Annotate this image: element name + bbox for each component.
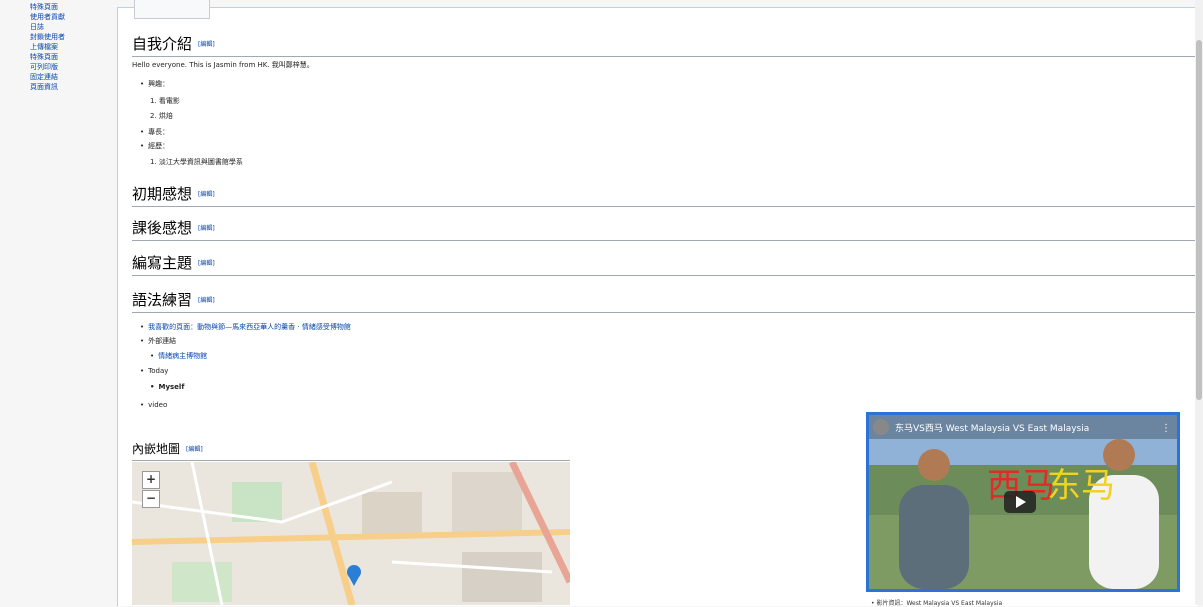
edit-link[interactable]: [編輯] (198, 41, 215, 48)
list-item: video (140, 401, 167, 410)
intro-text: Hello everyone. This is Jasmin from HK. … (132, 61, 314, 69)
video-title[interactable]: 东马VS西马 West Malaysia VS East Malaysia (895, 422, 1089, 434)
map-zoom-in-button[interactable]: + (142, 471, 160, 489)
embedded-map[interactable] (132, 462, 570, 605)
section-heading-after: 課後感想 [編輯] (132, 218, 1195, 241)
sidebar-item[interactable]: 使用者貢獻 (30, 12, 65, 22)
list-item: 外部連結 (140, 337, 176, 346)
section-heading-intro: 自我介紹 [編輯] (132, 34, 1195, 57)
sidebar-item[interactable]: 特殊頁面 (30, 2, 58, 12)
edit-link[interactable]: [編輯] (198, 191, 215, 198)
sidebar-item[interactable]: 特殊頁面 (30, 52, 58, 62)
section-title: 內嵌地圖 (132, 442, 181, 456)
section-heading-early: 初期感想 [編輯] (132, 184, 1195, 207)
sidebar-item[interactable]: 固定連結 (30, 72, 58, 82)
list-item: 2. 烘焙 (150, 112, 173, 120)
section-title: 課後感想 (132, 219, 193, 237)
sidebar-item[interactable]: 頁面資訊 (30, 82, 58, 92)
edit-link[interactable]: [編輯] (198, 225, 215, 232)
edit-link[interactable]: [編輯] (198, 297, 215, 304)
list-item: 經歷： (140, 142, 169, 151)
sidebar-item[interactable]: 封鎖使用者 (30, 32, 65, 42)
map-zoom-out-button[interactable]: − (142, 490, 160, 508)
scrollbar-thumb[interactable] (1196, 40, 1202, 400)
embedded-video[interactable]: 西马 东马 东马VS西马 West Malaysia VS East Malay… (866, 412, 1180, 592)
section-heading-grammar: 語法練習 [編輯] (132, 290, 1195, 313)
sidebar-item[interactable]: 上傳檔案 (30, 42, 58, 52)
sidebar-item[interactable]: 日誌 (30, 22, 44, 32)
overlay-right-text: 东马 (1047, 466, 1115, 506)
video-caption: • 影片資訊：West Malaysia VS East Malaysia (871, 600, 1003, 607)
list-item: 專長： (140, 128, 169, 137)
section-title: 自我介紹 (132, 35, 193, 53)
list-item: Today (140, 367, 168, 376)
section-heading-map: 內嵌地圖 [編輯] (132, 440, 570, 461)
section-heading-topic: 編寫主題 [編輯] (132, 253, 1195, 276)
section-title: 編寫主題 (132, 254, 193, 272)
sidebar-item[interactable]: 可列印版 (30, 62, 58, 72)
edit-link[interactable]: [編輯] (198, 260, 215, 267)
list-item: 1. 淡江大學資訊與圖書館學系 (150, 158, 243, 166)
sidebar: 特殊頁面 使用者貢獻 日誌 封鎖使用者 上傳檔案 特殊頁面 可列印版 固定連結 … (0, 0, 118, 605)
map-tiles (132, 462, 570, 605)
external-link[interactable]: 情緒病主博物館 (150, 352, 207, 361)
section-title: 初期感想 (132, 185, 193, 203)
section-title: 語法練習 (132, 291, 193, 309)
video-thumbnail: 西马 东马 东马VS西马 West Malaysia VS East Malay… (869, 415, 1177, 589)
top-button[interactable] (134, 0, 210, 19)
list-item: 興趣： (140, 80, 169, 89)
edit-link[interactable]: [編輯] (186, 446, 203, 453)
list-item: 1. 看電影 (150, 97, 180, 105)
channel-avatar (873, 419, 889, 435)
more-options-icon[interactable]: ⋮ (1161, 423, 1171, 434)
list-item-link[interactable]: 我喜歡的頁面：動物與節—馬來西亞華人的羹香 · 情緒感受博物館 (140, 323, 351, 332)
list-item: Myself (150, 383, 184, 392)
